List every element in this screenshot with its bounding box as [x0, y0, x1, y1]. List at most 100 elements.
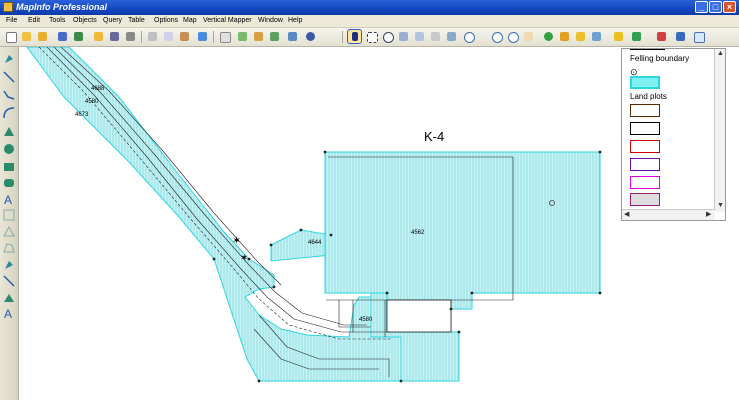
menu-query[interactable]: Query: [103, 16, 122, 26]
rectangle-icon[interactable]: [3, 161, 15, 173]
legend-window[interactable]: Felling boundary ⊙ Land plots ▲ ▼ ◀ ▶: [621, 48, 726, 221]
new-icon[interactable]: [4, 30, 17, 43]
reshape-icon[interactable]: [3, 225, 15, 237]
symbol-style-icon[interactable]: [3, 259, 15, 271]
marquee-select-icon[interactable]: [365, 30, 378, 43]
menu-options[interactable]: Options: [154, 16, 178, 26]
undo-icon[interactable]: [196, 30, 209, 43]
drawing-toolbar: A A: [0, 47, 19, 400]
unselect-icon[interactable]: [429, 30, 442, 43]
title-bar: MapInfo Professional _ □ ×: [0, 0, 739, 15]
info-icon[interactable]: [542, 30, 555, 43]
radius-select-icon[interactable]: [381, 30, 394, 43]
line-style-icon[interactable]: [3, 275, 15, 287]
legend-icon[interactable]: [630, 30, 643, 43]
menu-map[interactable]: Map: [183, 16, 197, 26]
boundary-select-icon[interactable]: [413, 30, 426, 43]
rounded-rectangle-icon[interactable]: [3, 177, 15, 189]
main-toolbar: [0, 28, 739, 47]
menu-objects[interactable]: Objects: [73, 16, 97, 26]
toolbar-separator: [141, 31, 142, 43]
plot-4580-inner[interactable]: [386, 299, 452, 333]
save-icon[interactable]: [56, 30, 69, 43]
scroll-left-icon[interactable]: ◀: [624, 211, 629, 219]
scroll-down-icon[interactable]: ▼: [717, 202, 724, 210]
plot-4644[interactable]: [270, 229, 332, 262]
open-icon[interactable]: [20, 30, 33, 43]
new-redistrict-icon[interactable]: [286, 30, 299, 43]
text-style-icon[interactable]: A: [3, 307, 15, 319]
menu-edit[interactable]: Edit: [28, 16, 40, 26]
window-title: MapInfo Professional: [16, 2, 108, 12]
plot-label: 4580: [85, 99, 99, 105]
frame-icon[interactable]: [3, 209, 15, 221]
menu-file[interactable]: File: [6, 16, 17, 26]
save-workspace-icon[interactable]: [72, 30, 85, 43]
sigma-icon[interactable]: [674, 30, 687, 43]
invert-select-icon[interactable]: [445, 30, 458, 43]
legend-swatch: [630, 140, 660, 153]
scroll-up-icon[interactable]: ▲: [717, 50, 724, 58]
menu-window[interactable]: Window: [258, 16, 283, 26]
open-folder-icon[interactable]: [92, 30, 105, 43]
menu-tools[interactable]: Tools: [49, 16, 65, 26]
legend-horizontal-scrollbar[interactable]: ◀ ▶: [622, 209, 715, 220]
plot-label: 4688: [91, 86, 105, 92]
menu-table[interactable]: Table: [128, 16, 145, 26]
text-icon[interactable]: A: [3, 193, 15, 205]
drag-window-icon[interactable]: [590, 30, 603, 43]
hotlink-icon[interactable]: [692, 30, 705, 43]
grabber-icon[interactable]: [522, 30, 535, 43]
legend-divider: [630, 49, 665, 50]
polygon-icon[interactable]: [3, 125, 15, 137]
statistics-icon[interactable]: [655, 30, 668, 43]
zoom-out-icon[interactable]: [490, 30, 503, 43]
map-window[interactable]: ✶ ✶ K-4 4688 4580 4673 4562 4644 4580: [19, 47, 619, 400]
ruler-icon[interactable]: [574, 30, 587, 43]
add-node-icon[interactable]: [3, 241, 15, 253]
new-mapper-icon[interactable]: [236, 30, 249, 43]
legend-swatch: [630, 104, 660, 117]
legend-swatch: [630, 176, 660, 189]
menu-vertical-mapper[interactable]: Vertical Mapper: [203, 16, 252, 26]
arc-icon[interactable]: [3, 107, 15, 119]
scroll-right-icon[interactable]: ▶: [706, 211, 711, 219]
menu-bar: File Edit Tools Objects Query Table Opti…: [0, 15, 739, 28]
open-workspace-icon[interactable]: [36, 30, 49, 43]
menu-help[interactable]: Help: [288, 16, 302, 26]
new-browser-icon[interactable]: [218, 30, 231, 43]
app-icon[interactable]: [3, 2, 13, 12]
layer-control-icon[interactable]: [612, 30, 625, 43]
print-icon[interactable]: [124, 30, 137, 43]
new-grapher-icon[interactable]: [252, 30, 265, 43]
polygon-select-icon[interactable]: [397, 30, 410, 43]
ellipse-icon[interactable]: [3, 143, 15, 155]
minimize-button[interactable]: _: [695, 1, 708, 13]
legend-title: Felling boundary: [630, 54, 690, 63]
symbol-icon[interactable]: [3, 53, 15, 65]
toolbar-separator: [342, 31, 343, 43]
legend-vertical-scrollbar[interactable]: ▲ ▼: [714, 49, 725, 212]
new-layout-icon[interactable]: [268, 30, 281, 43]
region-style-icon[interactable]: [3, 291, 15, 303]
cut-icon[interactable]: [146, 30, 159, 43]
tree-symbol: ✶: [232, 235, 241, 247]
line-icon[interactable]: [3, 71, 15, 83]
label-icon[interactable]: [558, 30, 571, 43]
save-copy-icon[interactable]: [108, 30, 121, 43]
select-icon[interactable]: [347, 29, 362, 44]
copy-icon[interactable]: [162, 30, 175, 43]
paste-icon[interactable]: [178, 30, 191, 43]
zoom-in-icon[interactable]: [462, 30, 475, 43]
tree-symbol: ✶: [240, 253, 248, 264]
toolbar-separator: [213, 31, 214, 43]
polyline-icon[interactable]: [3, 89, 15, 101]
legend-swatch-felling: [630, 76, 660, 89]
help-icon[interactable]: [304, 30, 317, 43]
legend-section: Land plots: [630, 92, 667, 101]
plot-label: 4644: [308, 240, 322, 246]
plot-label: 4673: [75, 112, 89, 118]
maximize-button[interactable]: □: [709, 1, 722, 13]
change-view-icon[interactable]: [506, 30, 519, 43]
close-button[interactable]: ×: [723, 1, 736, 13]
